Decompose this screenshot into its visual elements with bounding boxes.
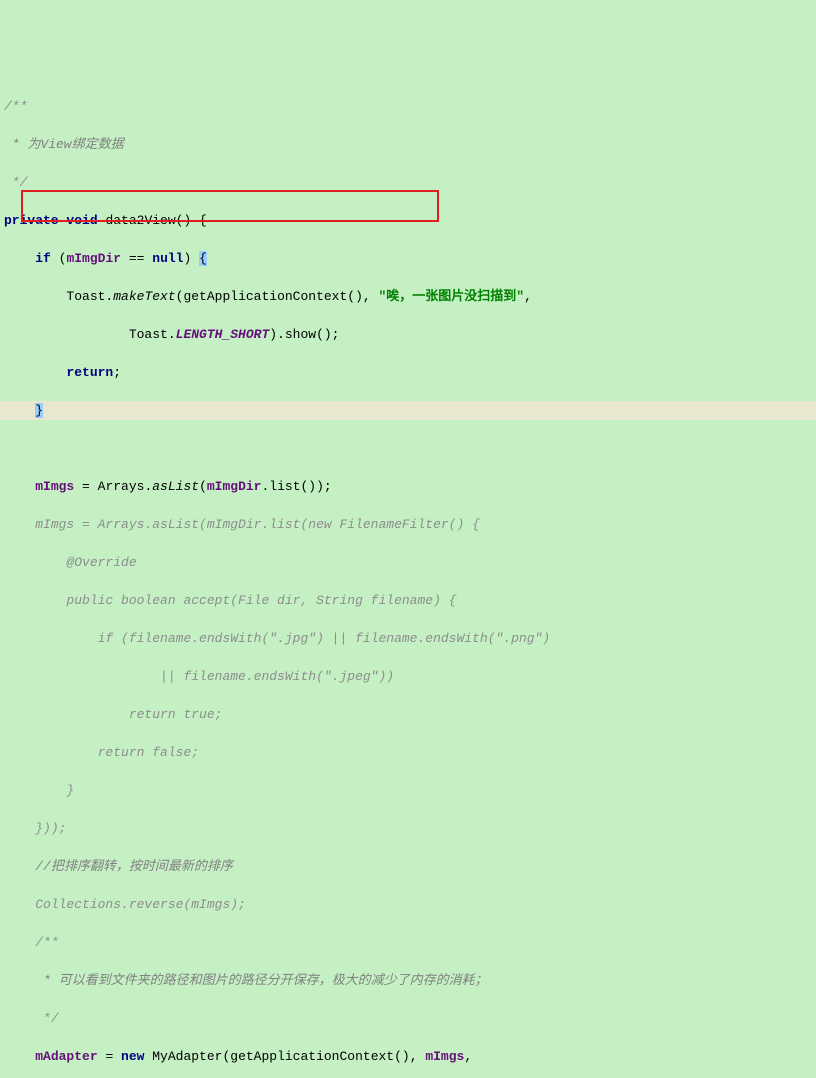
text: Toast.: [66, 289, 113, 304]
code-block: /** * 为View绑定数据 */ private void data2Vie…: [0, 76, 816, 1078]
field-madapter: mAdapter: [35, 1049, 97, 1064]
commented-code: return false;: [35, 745, 199, 760]
brace-close: }: [35, 403, 43, 418]
commented-code: @Override: [35, 555, 136, 570]
text: ==: [121, 251, 152, 266]
static-field-length-short: LENGTH_SHORT: [176, 327, 270, 342]
field-mimgdir: mImgDir: [66, 251, 121, 266]
commented-code: public boolean accept(File dir, String f…: [35, 593, 456, 608]
text: ).show();: [269, 327, 339, 342]
highlighted-line: }: [0, 401, 816, 420]
commented-code: }: [35, 783, 74, 798]
field-mimgs-2: mImgs: [425, 1049, 464, 1064]
commented-code: return true;: [35, 707, 222, 722]
text: Toast.: [129, 327, 176, 342]
comment-open: /**: [4, 99, 27, 114]
keyword-null: null: [152, 251, 183, 266]
text: (getApplicationContext(),: [176, 289, 379, 304]
string-literal: "唉，一张图片没扫描到": [379, 289, 525, 304]
javadoc-close: */: [35, 1011, 58, 1026]
field-mimgs: mImgs: [35, 479, 74, 494]
text: ,: [464, 1049, 472, 1064]
keyword-if: if: [35, 251, 51, 266]
comment-cn: //把排序翻转，按时间最新的排序: [35, 859, 233, 874]
field-mimgdir-2: mImgDir: [207, 479, 262, 494]
commented-code: }));: [35, 821, 66, 836]
commented-code: Collections.reverse(mImgs);: [35, 897, 246, 912]
method-signature: data2View() {: [98, 213, 207, 228]
text: = Arrays.: [74, 479, 152, 494]
text: ): [183, 251, 199, 266]
text: ,: [524, 289, 532, 304]
keyword-new: new: [121, 1049, 144, 1064]
text: MyAdapter(getApplicationContext(),: [144, 1049, 425, 1064]
keyword-return: return: [66, 365, 113, 380]
comment-close: */: [4, 175, 27, 190]
keyword-void: void: [66, 213, 97, 228]
static-call-aslist: asList: [152, 479, 199, 494]
keyword-private: private: [4, 213, 59, 228]
brace-open: {: [199, 251, 207, 266]
comment-cn: * 为View绑定数据: [4, 137, 124, 152]
semicolon: ;: [113, 365, 121, 380]
text: .list());: [261, 479, 331, 494]
text: =: [98, 1049, 121, 1064]
comment-cn: * 可以看到文件夹的路径和图片的路径分开保存，极大的减少了内存的消耗；: [35, 973, 487, 988]
javadoc-open: /**: [35, 935, 58, 950]
commented-code: || filename.endsWith(".jpeg")): [35, 669, 394, 684]
commented-code: mImgs = Arrays.asList(mImgDir.list(new F…: [35, 517, 480, 532]
static-call-maketext: makeText: [113, 289, 175, 304]
text: (: [51, 251, 67, 266]
commented-code: if (filename.endsWith(".jpg") || filenam…: [35, 631, 550, 646]
text: (: [199, 479, 207, 494]
